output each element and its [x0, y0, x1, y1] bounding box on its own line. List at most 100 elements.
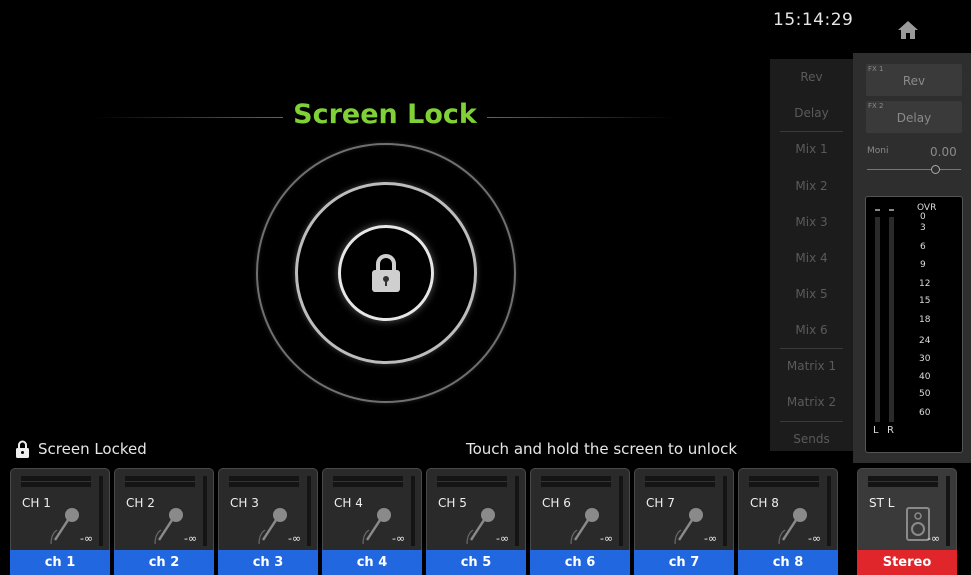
send-mix-3[interactable]: Mix 3 [770, 204, 853, 241]
microphone-icon [466, 508, 495, 544]
moni-label: Moni [867, 146, 889, 156]
channel-label: ST L [869, 496, 895, 510]
channel-body: CH 8 -∞ [738, 468, 838, 550]
sends-button[interactable]: Sends [770, 421, 853, 458]
channel-name[interactable]: ch 5 [426, 550, 526, 575]
channel-name[interactable]: ch 2 [114, 550, 214, 575]
meter-scale-50: 50 [919, 389, 931, 399]
meter-scale-3: 3 [920, 223, 926, 233]
channel-body: CH 2 -∞ [114, 468, 214, 550]
channel-body: ST L -∞ [857, 468, 957, 550]
send-matrix-2[interactable]: Matrix 2 [770, 384, 853, 421]
microphone-icon [570, 508, 599, 544]
channel-level: -∞ [704, 532, 718, 545]
moni-slider-track[interactable] [867, 169, 961, 170]
fx2-name: Delay [896, 111, 932, 125]
channel-bars [333, 476, 403, 487]
channel-level: -∞ [184, 532, 198, 545]
microphone-icon [362, 508, 391, 544]
channel-label: CH 7 [646, 496, 675, 510]
fx1-name: Rev [902, 74, 926, 88]
meter-bar-l [875, 217, 880, 422]
clock: 15:14:29 [773, 10, 854, 30]
sends-panel: Rev Delay Mix 1 Mix 2 Mix 3 Mix 4 Mix 5 … [770, 59, 853, 451]
meter-scale-9: 9 [920, 260, 926, 270]
meter-scale-60: 60 [919, 408, 931, 418]
send-matrix-1[interactable]: Matrix 1 [770, 348, 853, 385]
channel-strip-7[interactable]: CH 7 -∞ ch 7 [634, 468, 734, 575]
channel-meter [619, 476, 623, 546]
send-mix-5[interactable]: Mix 5 [770, 276, 853, 313]
home-icon[interactable] [896, 18, 920, 42]
send-mix-4[interactable]: Mix 4 [770, 240, 853, 277]
channel-level: -∞ [600, 532, 614, 545]
channel-strip-8[interactable]: CH 8 -∞ ch 8 [738, 468, 838, 575]
channel-bars [125, 476, 195, 487]
send-mix-1[interactable]: Mix 1 [770, 131, 853, 168]
channel-strip-1[interactable]: CH 1 -∞ ch 1 [10, 468, 110, 575]
moni-slider-knob[interactable] [931, 165, 940, 174]
send-mix-2[interactable]: Mix 2 [770, 168, 853, 205]
channel-body: CH 7 -∞ [634, 468, 734, 550]
channel-name[interactable]: ch 4 [322, 550, 422, 575]
channel-label: CH 1 [22, 496, 51, 510]
channel-strip-stereo[interactable]: ST L -∞ Stereo [857, 468, 957, 575]
send-delay[interactable]: Delay [770, 95, 853, 132]
channel-bars [749, 476, 819, 487]
moni-value: 0.00 [930, 145, 957, 159]
channel-label: CH 4 [334, 496, 363, 510]
channel-name[interactable]: Stereo [857, 550, 957, 575]
channel-name[interactable]: ch 7 [634, 550, 734, 575]
meter-scale-12: 12 [919, 279, 931, 289]
channel-name[interactable]: ch 6 [530, 550, 630, 575]
channel-level: -∞ [496, 532, 510, 545]
channel-body: CH 5 -∞ [426, 468, 526, 550]
meter-scale-40: 40 [919, 372, 931, 382]
channel-label: CH 6 [542, 496, 571, 510]
meter-scale-24: 24 [919, 336, 931, 346]
meter-label-r: R [887, 425, 894, 436]
channel-body: CH 3 -∞ [218, 468, 318, 550]
channel-body: CH 1 -∞ [10, 468, 110, 550]
meter-scale-15: 15 [919, 296, 931, 306]
channel-level: -∞ [80, 532, 94, 545]
channel-meter [723, 476, 727, 546]
channel-meter [99, 476, 103, 546]
meter-peak-l [875, 209, 880, 211]
microphone-icon [674, 508, 703, 544]
channel-name[interactable]: ch 1 [10, 550, 110, 575]
fx2-button[interactable]: FX 2 Delay [866, 101, 962, 133]
title-line-left [95, 117, 283, 118]
fx2-tag: FX 2 [868, 102, 884, 110]
meter-peak-r [889, 209, 894, 211]
channel-label: CH 3 [230, 496, 259, 510]
fx1-button[interactable]: FX 1 Rev [866, 64, 962, 96]
channel-bars [645, 476, 715, 487]
channel-strip-3[interactable]: CH 3 -∞ ch 3 [218, 468, 318, 575]
fx-panel: FX 1 Rev FX 2 Delay Moni 0.00 OVR 0 3 6 … [853, 53, 971, 463]
channel-strip-5[interactable]: CH 5 -∞ ch 5 [426, 468, 526, 575]
screen-locked-label: Screen Locked [38, 440, 147, 458]
channel-meter [307, 476, 311, 546]
channel-label: CH 5 [438, 496, 467, 510]
channel-meter [946, 476, 950, 546]
send-rev[interactable]: Rev [770, 59, 853, 96]
title-line-right [487, 117, 675, 118]
channel-name[interactable]: ch 3 [218, 550, 318, 575]
screen-lock-title: Screen Lock [293, 99, 477, 130]
meter-scale-0: 0 [920, 212, 926, 222]
meter-scale-6: 6 [920, 242, 926, 252]
lock-status-icon [16, 440, 29, 458]
channel-strip-4[interactable]: CH 4 -∞ ch 4 [322, 468, 422, 575]
channel-bars [541, 476, 611, 487]
microphone-icon [258, 508, 287, 544]
stereo-meter: OVR 0 3 6 9 12 15 18 24 30 40 50 60 L R [865, 196, 963, 453]
microphone-icon [154, 508, 183, 544]
channel-meter [827, 476, 831, 546]
channel-strip-2[interactable]: CH 2 -∞ ch 2 [114, 468, 214, 575]
send-mix-6[interactable]: Mix 6 [770, 312, 853, 349]
channel-bars [868, 476, 938, 487]
channel-strip-6[interactable]: CH 6 -∞ ch 6 [530, 468, 630, 575]
channel-body: CH 6 -∞ [530, 468, 630, 550]
channel-name[interactable]: ch 8 [738, 550, 838, 575]
